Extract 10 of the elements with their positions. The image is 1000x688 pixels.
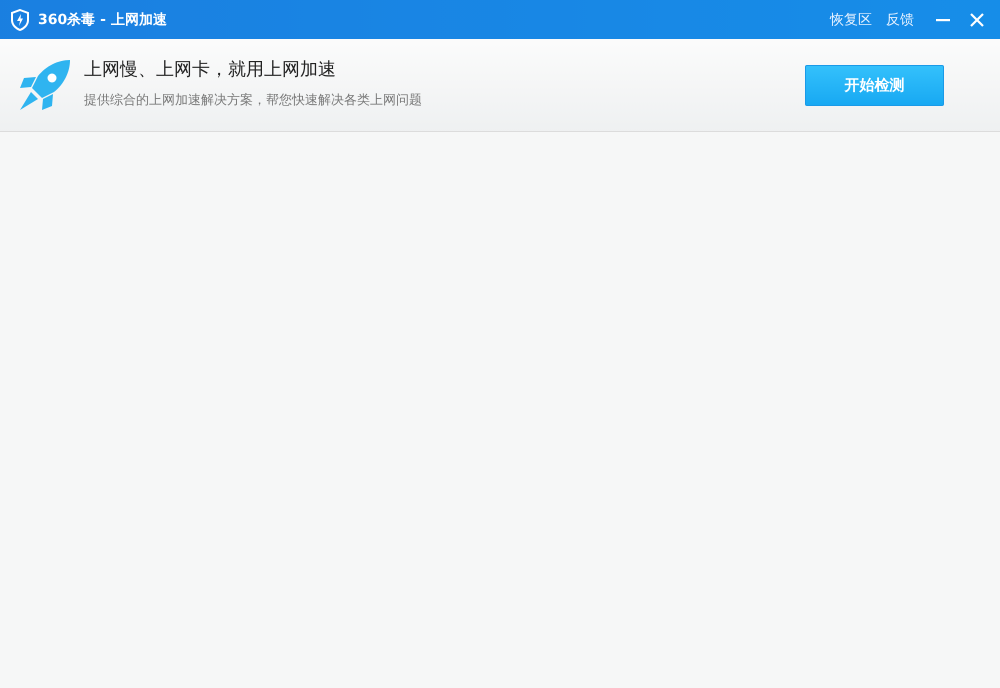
titlebar-link[interactable]: 恢复区	[830, 10, 872, 28]
rocket-icon	[18, 58, 72, 112]
close-icon	[970, 12, 984, 26]
minimize-icon	[936, 18, 950, 22]
shield-icon	[10, 8, 30, 30]
headline: 上网慢、上网卡，就用上网加速	[84, 58, 337, 81]
start-detection-button[interactable]: 开始检测	[805, 64, 944, 106]
window-title: 360杀毒 - 上网加速	[38, 10, 167, 28]
description: 提供综合的上网加速解决方案，帮您快速解决各类上网问题	[84, 92, 422, 109]
titlebar-link[interactable]: 反馈	[886, 10, 914, 28]
